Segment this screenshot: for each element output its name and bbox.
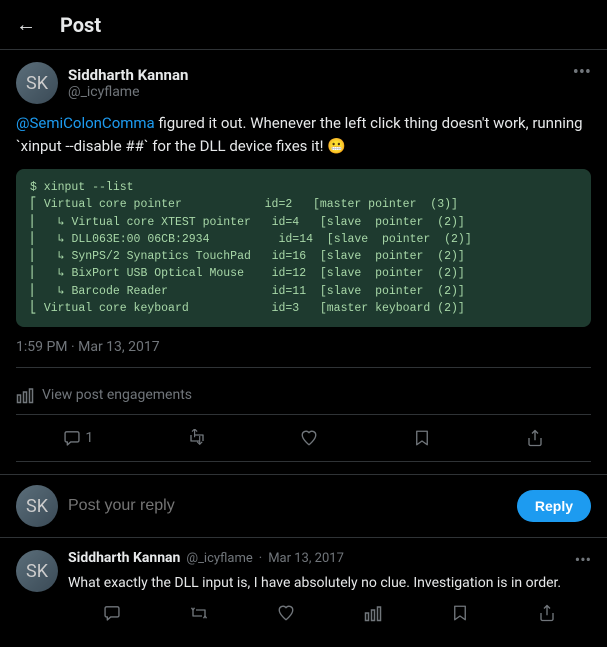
comment-analytics-icon	[364, 604, 382, 622]
like-action[interactable]	[292, 423, 326, 453]
comment-bookmark-action[interactable]	[451, 604, 469, 622]
comment-retweet-action[interactable]	[190, 604, 208, 622]
comment-retweet-icon	[190, 604, 208, 622]
reply-avatar: SK	[16, 485, 58, 527]
reply-icon	[63, 429, 81, 447]
bookmark-icon	[413, 429, 431, 447]
comment-author-row: Siddharth Kannan @_icyflame · Mar 13, 20…	[68, 550, 344, 566]
reply-section: SK Reply	[0, 475, 607, 538]
comment-header: Siddharth Kannan @_icyflame · Mar 13, 20…	[68, 550, 591, 569]
comment-bookmark-icon	[451, 604, 469, 622]
comment-avatar: SK	[16, 550, 58, 592]
comment-author-name[interactable]: Siddharth Kannan	[68, 550, 180, 566]
comment-reply-action[interactable]	[103, 604, 121, 622]
post-timestamp: 1:59 PM · Mar 13, 2017	[16, 339, 591, 355]
reply-action[interactable]: 1	[55, 423, 101, 453]
comment-dot-separator: ·	[259, 551, 262, 566]
bookmark-action[interactable]	[405, 423, 439, 453]
reply-avatar-initial: SK	[26, 496, 48, 517]
reply-count: 1	[85, 430, 93, 446]
avatar: SK	[16, 62, 58, 104]
header: ← Post	[0, 0, 607, 50]
code-block: $ xinput --list ⎡ Virtual core pointer i…	[16, 169, 591, 327]
comment-more-icon[interactable]: •••	[575, 550, 591, 569]
post-header: SK Siddharth Kannan @_icyflame •••	[16, 62, 591, 104]
avatar-initial: SK	[26, 73, 48, 94]
author-info: Siddharth Kannan @_icyflame	[68, 66, 188, 100]
back-button[interactable]: ←	[16, 12, 36, 37]
retweet-action[interactable]	[180, 423, 214, 453]
author-handle[interactable]: @_icyflame	[68, 84, 188, 100]
comment-analytics-action[interactable]	[364, 604, 382, 622]
comment-author-handle[interactable]: @_icyflame	[186, 551, 252, 566]
action-bar: 1	[16, 414, 591, 462]
engagements-link[interactable]: View post engagements	[16, 376, 591, 414]
engagements-label: View post engagements	[42, 387, 192, 403]
comment-timestamp: Mar 13, 2017	[268, 551, 344, 566]
comment-section: SK Siddharth Kannan @_icyflame · Mar 13,…	[0, 538, 607, 634]
avatar-image: SK	[16, 62, 58, 104]
post-author-row: SK Siddharth Kannan @_icyflame	[16, 62, 188, 104]
retweet-icon	[188, 429, 206, 447]
mention-link[interactable]: @SemiColonComma	[16, 114, 155, 132]
more-options-icon[interactable]: •••	[573, 62, 591, 83]
comment-avatar-image: SK	[16, 550, 58, 592]
heart-icon	[300, 429, 318, 447]
comment-action-bar	[68, 604, 591, 622]
comment-like-action[interactable]	[277, 604, 295, 622]
reply-input[interactable]	[68, 497, 507, 515]
share-icon	[526, 429, 544, 447]
divider-1	[16, 367, 591, 368]
comment-text: What exactly the DLL input is, I have ab…	[68, 573, 591, 594]
engagements-icon	[16, 386, 34, 404]
comment-avatar-initial: SK	[26, 561, 48, 582]
comment-share-action[interactable]	[538, 604, 556, 622]
author-name[interactable]: Siddharth Kannan	[68, 66, 188, 84]
comment-heart-icon	[277, 604, 295, 622]
post-content: @SemiColonComma figured it out. Whenever…	[16, 112, 591, 157]
comment-reply-icon	[103, 604, 121, 622]
share-action[interactable]	[518, 423, 552, 453]
reply-button[interactable]: Reply	[517, 490, 591, 522]
main-post: SK Siddharth Kannan @_icyflame ••• @Semi…	[0, 50, 607, 475]
page-title: Post	[60, 13, 101, 37]
comment-share-icon	[538, 604, 556, 622]
reply-avatar-image: SK	[16, 485, 58, 527]
